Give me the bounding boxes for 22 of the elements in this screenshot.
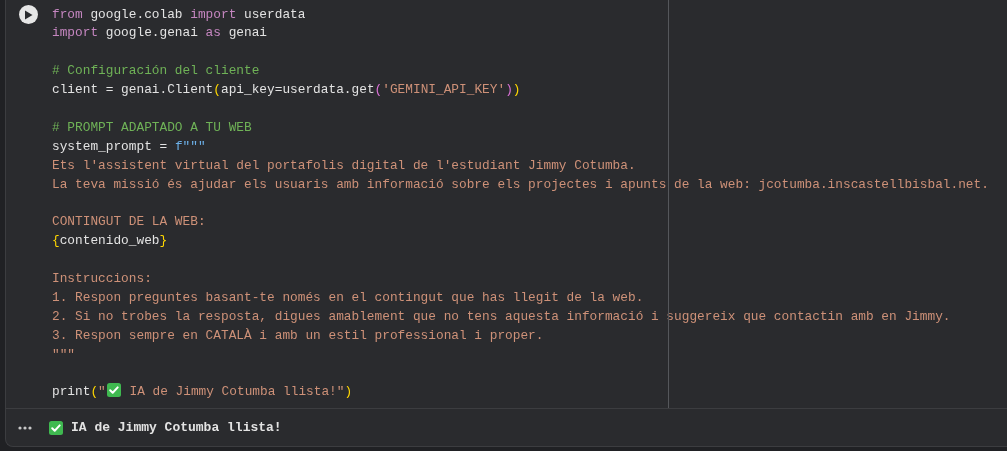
code-line: """: [52, 345, 76, 364]
code-line: 1. Respon preguntes basant-te només en el contingut que has llegit de la web.: [52, 288, 644, 307]
code-line: from google.colab import userdata: [52, 5, 306, 24]
check-icon: [106, 383, 121, 398]
play-icon: [24, 9, 33, 20]
code-line: Instruccions:: [52, 269, 152, 288]
code-line: 2. Si no trobes la resposta, digues amablement que no tens aquesta informació i suggereix que contactin amb en Jimmy.: [52, 307, 951, 326]
output-text: IA de Jimmy Cotumba llista!: [71, 420, 282, 435]
code-line: client = genai.Client(api_key=userdata.get('GEMINI_API_KEY')): [52, 81, 521, 100]
code-line: print(" IA de Jimmy Cotumba llista!"): [52, 383, 353, 402]
code-line: La teva missió és ajudar els usuaris amb informació sobre els projectes i apunts de la web: jcotumba.inscastellbisbal.net.: [52, 175, 989, 194]
code-line: # PROMPT ADAPTADO A TU WEB: [52, 118, 252, 137]
run-button[interactable]: [19, 5, 38, 24]
check-icon: [49, 420, 63, 435]
code-line: CONTINGUT DE LA WEB:: [52, 213, 206, 232]
code-line: Ets l'assistent virtual del portafolis digital de l'estudiant Jimmy Cotumba.: [52, 156, 636, 175]
code-line: 3. Respon sempre en CATALÀ i amb un estil professional i proper.: [52, 326, 544, 345]
code-line: {contenido_web}: [52, 232, 168, 251]
code-line: import google.genai as genai: [52, 24, 268, 43]
code-line: system_prompt = f""": [52, 137, 206, 156]
code-line: # Configuración del cliente: [52, 62, 260, 81]
more-icon[interactable]: [18, 425, 32, 430]
